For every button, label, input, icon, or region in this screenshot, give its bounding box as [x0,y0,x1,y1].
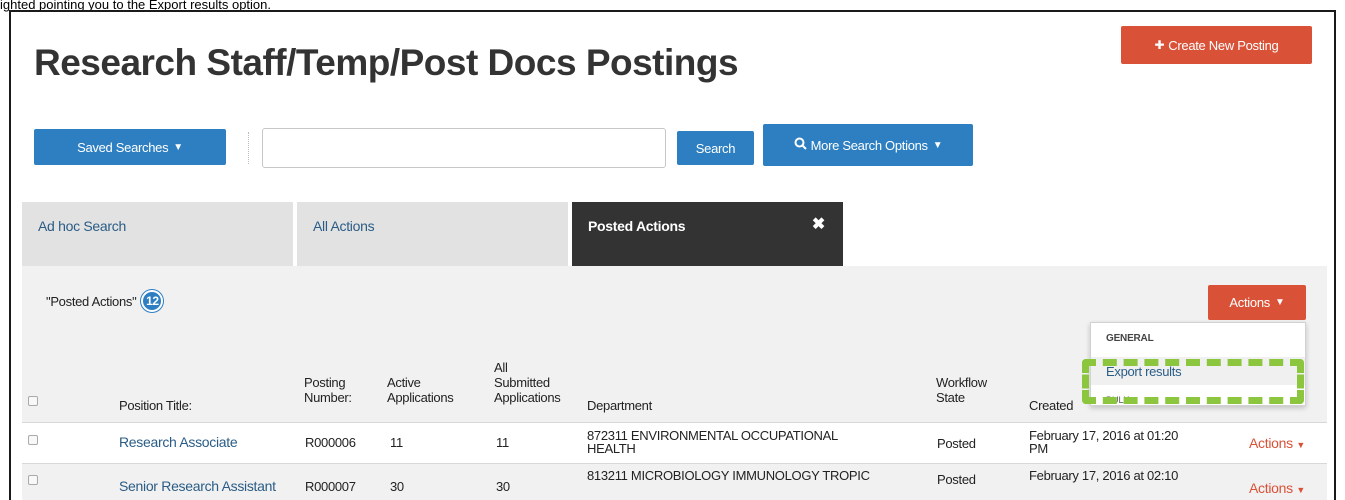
created-date: February 17, 2016 at 02:10 [1029,469,1178,482]
close-icon[interactable]: ✖ [812,214,825,234]
header-line: Workflow [936,375,987,390]
active-applications: 11 [390,435,403,450]
tab-ad-hoc-search[interactable]: Ad hoc Search [22,202,293,266]
workflow-state: Posted [937,436,976,451]
row-actions-label: Actions [1249,480,1293,496]
header-all-submitted-applications[interactable]: All Submitted Applications [494,360,561,405]
more-search-options-label: More Search Options [810,137,928,153]
department: 813211 MICROBIOLOGY IMMUNOLOGY TROPIC [587,469,870,482]
search-button-label: Search [695,140,736,156]
chevron-down-icon: ▼ [1274,297,1285,308]
department: 872311 ENVIRONMENTAL OCCUPATIONAL HEALTH [587,429,838,455]
results-count-badge: 12 [141,290,164,312]
header-line: Posting [304,375,346,390]
header-line: Applications [387,390,454,405]
chevron-down-icon: ▼ [932,139,943,151]
row-checkbox[interactable] [28,475,38,485]
tab-label: All Actions [313,218,375,234]
tab-label: Ad hoc Search [38,218,126,234]
page-title: Research Staff/Temp/Post Docs Postings [34,42,739,83]
header-posting-number[interactable]: Posting Number: [304,375,352,405]
workflow-state: Posted [937,472,976,487]
chevron-down-icon: ▼ [173,141,183,153]
toolbar-divider [248,132,249,164]
row-actions-button[interactable]: Actions ▼ [1249,435,1306,452]
header-active-applications[interactable]: Active Applications [387,375,454,405]
header-workflow-state[interactable]: Workflow State [936,375,987,405]
search-button[interactable]: Search [677,131,754,165]
header-department[interactable]: Department [587,398,652,413]
actions-menu-label: Actions [1229,295,1270,310]
header-line: Submitted [494,375,550,390]
saved-searches-label: Saved Searches [77,139,169,155]
create-new-posting-label: Create New Posting [1168,37,1279,53]
search-input[interactable] [262,128,666,168]
row-actions-button[interactable]: Actions ▼ [1249,480,1306,497]
created-line: February 17, 2016 at 02:10 [1029,468,1179,483]
create-new-posting-button[interactable]: ✚ Create New Posting [1121,26,1312,64]
all-submitted-applications: 30 [496,479,510,494]
more-search-options-button[interactable]: More Search Options ▼ [763,124,973,166]
header-line: State [936,390,965,405]
plus-icon: ✚ [1154,38,1165,52]
export-highlight-annotation [1082,359,1304,404]
position-title-link[interactable]: Senior Research Assistant [119,479,276,493]
posting-number: R000007 [305,479,356,494]
all-submitted-applications: 11 [496,435,509,450]
header-line: Applications [494,390,561,405]
header-line: All [494,360,508,375]
dropdown-section-general: GENERAL [1106,333,1154,344]
chevron-down-icon: ▼ [1296,440,1306,450]
magnifier-icon [794,137,807,153]
row-checkbox[interactable] [28,435,38,445]
department-line: 813211 MICROBIOLOGY IMMUNOLOGY TROPIC [587,468,870,483]
header-created[interactable]: Created [1029,398,1073,413]
posting-number: R000006 [305,435,356,450]
position-title-link[interactable]: Research Associate [119,435,238,449]
active-applications: 30 [390,479,404,494]
department-line: HEALTH [587,441,636,456]
header-line: Number: [304,390,352,405]
actions-menu-button[interactable]: Actions ▼ [1208,285,1306,320]
header-line: Active [387,375,421,390]
created-line: February 17, 2016 at 01:20 [1029,428,1179,443]
saved-searches-button[interactable]: Saved Searches ▼ [34,129,226,165]
select-all-checkbox[interactable] [28,396,38,406]
results-label: "Posted Actions" [46,293,137,309]
tab-label: Posted Actions [588,218,686,234]
results-heading: "Posted Actions" 12 [46,290,164,312]
table-row-divider [22,463,1327,464]
tab-all-actions[interactable]: All Actions [297,202,568,266]
chevron-down-icon: ▼ [1296,485,1306,495]
created-date: February 17, 2016 at 01:20 PM [1029,429,1178,455]
header-position-title[interactable]: Position Title: [119,398,192,413]
row-actions-label: Actions [1249,435,1293,451]
tab-posted-actions[interactable]: Posted Actions ✖ [572,202,843,266]
created-line: PM [1029,441,1048,456]
